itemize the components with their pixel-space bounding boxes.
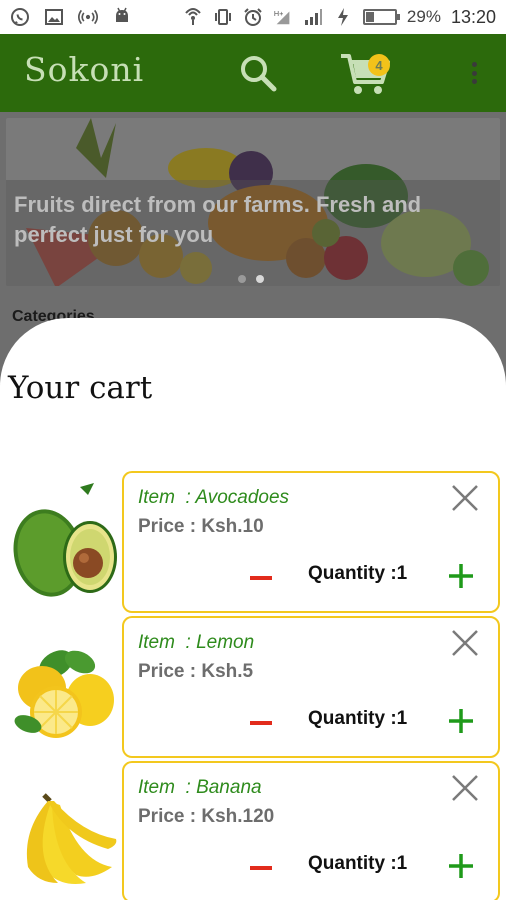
plus-icon <box>449 709 473 733</box>
whatsapp-icon <box>10 7 30 27</box>
avocado-icon <box>8 481 120 601</box>
system-icons: H+ 29% 13:20 <box>183 7 496 28</box>
remove-item-button[interactable] <box>450 628 480 658</box>
app-bar: Sokoni 4 <box>0 34 506 112</box>
battery-percent: 29% <box>406 7 441 26</box>
notification-icons <box>10 7 132 27</box>
item-price: Price : Ksh.120 <box>138 806 275 827</box>
minus-icon <box>250 866 272 870</box>
search-icon <box>241 56 277 92</box>
decrease-quantity-button[interactable] <box>248 565 274 591</box>
cart-item-card[interactable]: Item : Banana Price : Ksh.120 Quantity :… <box>122 761 500 900</box>
increase-quantity-button[interactable] <box>446 561 476 591</box>
minus-icon <box>250 721 272 725</box>
menu-dot <box>471 62 477 67</box>
lemon-icon <box>8 626 120 746</box>
vibrate-icon <box>213 7 233 27</box>
cart-item: Item : Lemon Price : Ksh.5 Quantity :1 <box>0 616 506 758</box>
plus-icon <box>449 564 473 588</box>
close-icon <box>452 630 478 656</box>
overflow-menu-button[interactable] <box>462 58 486 88</box>
decrease-quantity-button[interactable] <box>248 855 274 881</box>
cart-bottom-sheet: Your cart Item : Avocadoes Price : Ksh.1… <box>0 318 506 900</box>
item-quantity: Quantity :1 <box>308 708 408 729</box>
item-name: Item : Lemon <box>138 632 255 653</box>
carousel-indicator <box>238 275 264 283</box>
carousel-dot-active <box>256 275 264 283</box>
banana-icon <box>8 771 120 891</box>
remove-item-button[interactable] <box>450 773 480 803</box>
charging-icon <box>333 7 353 27</box>
svg-text:H+: H+ <box>274 9 284 18</box>
cell-signal-icon <box>303 7 323 27</box>
cart-item: Item : Banana Price : Ksh.120 Quantity :… <box>0 761 506 900</box>
image-icon <box>44 7 64 27</box>
battery-icon <box>362 9 400 25</box>
network-h-plus-icon: H+ <box>273 7 293 27</box>
menu-dot <box>471 79 477 84</box>
banner-caption: Fruits direct from our farms. Fresh and … <box>14 192 422 247</box>
search-button[interactable] <box>236 51 280 95</box>
cart-item-card[interactable]: Item : Avocadoes Price : Ksh.10 Quantity… <box>122 471 500 613</box>
cart-count-badge: 4 <box>368 54 390 76</box>
cart-item: Item : Avocadoes Price : Ksh.10 Quantity… <box>0 471 506 613</box>
increase-quantity-button[interactable] <box>446 851 476 881</box>
promo-banner[interactable]: Fruits direct from our farms. Fresh and … <box>6 118 500 286</box>
signal-broadcast-icon <box>183 7 203 27</box>
decrease-quantity-button[interactable] <box>248 710 274 736</box>
item-name: Item : Avocadoes <box>138 487 290 508</box>
status-bar: H+ 29% 13:20 <box>0 0 506 34</box>
item-price: Price : Ksh.5 <box>138 661 254 682</box>
menu-dot <box>471 70 477 76</box>
item-price: Price : Ksh.10 <box>138 516 264 537</box>
close-icon <box>452 775 478 801</box>
cart-item-card[interactable]: Item : Lemon Price : Ksh.5 Quantity :1 <box>122 616 500 758</box>
app-title: Sokoni <box>24 50 145 89</box>
close-icon <box>452 485 478 511</box>
item-name: Item : Banana <box>138 777 262 798</box>
item-quantity: Quantity :1 <box>308 563 408 584</box>
item-quantity: Quantity :1 <box>308 853 408 874</box>
carousel-dot <box>238 275 246 283</box>
alarm-icon <box>243 7 263 27</box>
hotspot-icon <box>78 7 98 27</box>
cart-title: Your cart <box>8 370 153 406</box>
increase-quantity-button[interactable] <box>446 706 476 736</box>
android-icon <box>112 7 132 27</box>
minus-icon <box>250 576 272 580</box>
clock: 13:20 <box>450 6 496 27</box>
remove-item-button[interactable] <box>450 483 480 513</box>
plus-icon <box>449 854 473 878</box>
